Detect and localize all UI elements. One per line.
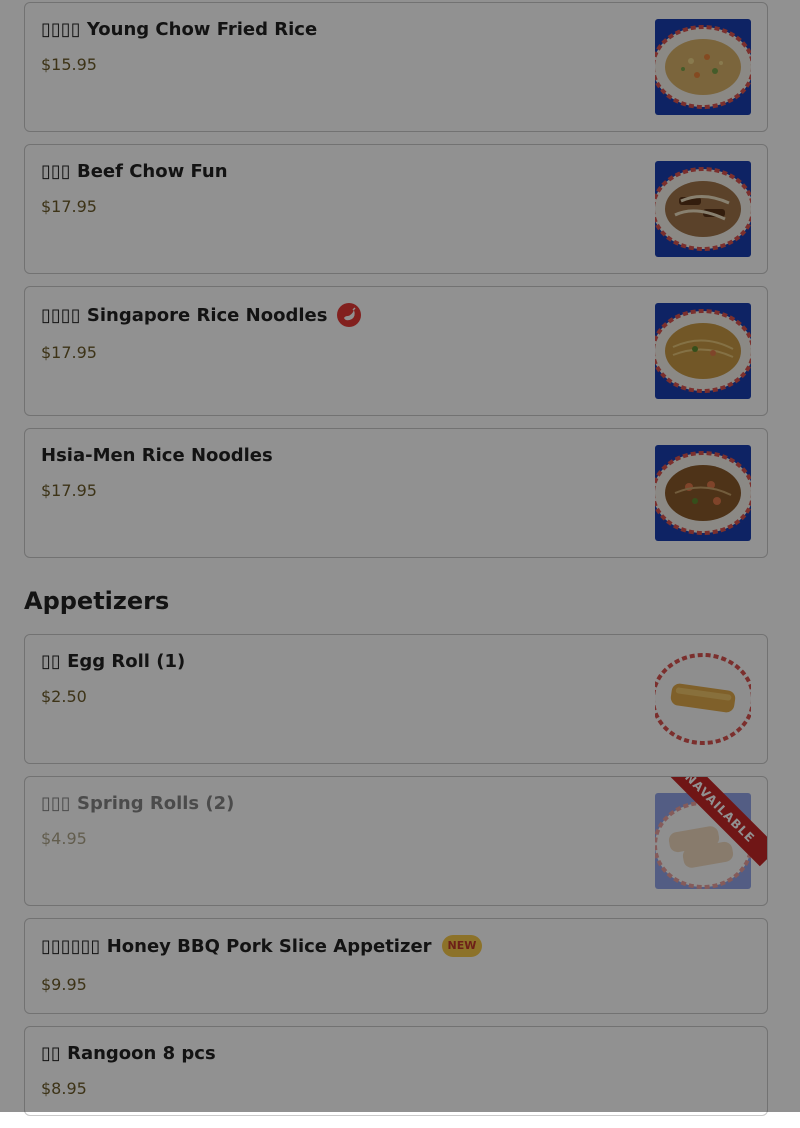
item-name: ▯▯▯ Spring Rolls (2) — [41, 793, 235, 814]
item-name: ▯▯▯▯ Singapore Rice Noodles — [41, 303, 362, 327]
item-name: Hsia-Men Rice Noodles — [41, 445, 273, 466]
menu-item-card-unavailable[interactable]: ▯▯▯ Spring Rolls (2) $4.95 UNAVAILABLE — [24, 776, 768, 906]
menu-item-card[interactable]: ▯▯ Egg Roll (1) $2.50 — [24, 634, 768, 764]
item-image-hsia-men[interactable] — [655, 445, 751, 541]
item-name: ▯▯ Rangoon 8 pcs — [41, 1043, 216, 1064]
item-image-chow-fun[interactable] — [655, 161, 751, 257]
item-name-text: ▯▯▯▯▯▯ Honey BBQ Pork Slice Appetizer — [41, 935, 432, 957]
chili-icon — [337, 303, 362, 327]
item-image-rice-noodles[interactable] — [655, 303, 751, 399]
menu-item-card[interactable]: ▯▯▯▯ Singapore Rice Noodles $17.95 — [24, 286, 768, 416]
item-price: $9.95 — [41, 975, 87, 994]
section-title-appetizers: Appetizers — [24, 587, 170, 615]
item-price: $4.95 — [41, 829, 87, 848]
new-badge: NEW — [441, 935, 483, 957]
menu-item-card[interactable]: ▯▯▯ Beef Chow Fun $17.95 — [24, 144, 768, 274]
item-price: $17.95 — [41, 197, 97, 216]
item-name: ▯▯▯▯ Young Chow Fried Rice — [41, 19, 318, 40]
menu-item-card[interactable]: ▯▯▯▯▯▯ Honey BBQ Pork Slice Appetizer NE… — [24, 918, 768, 1014]
item-image-fried-rice[interactable] — [655, 19, 751, 115]
item-price: $17.95 — [41, 481, 97, 500]
item-name: ▯▯ Egg Roll (1) — [41, 651, 186, 672]
menu-item-card[interactable]: Hsia-Men Rice Noodles $17.95 — [24, 428, 768, 558]
menu-list: ▯▯▯▯ Young Chow Fried Rice $15.95 ▯▯▯ Be… — [24, 2, 768, 1128]
menu-item-card[interactable]: ▯▯ Rangoon 8 pcs $8.95 — [24, 1026, 768, 1116]
menu-item-card[interactable]: ▯▯▯▯ Young Chow Fried Rice $15.95 — [24, 2, 768, 132]
item-price: $2.50 — [41, 687, 87, 706]
item-name: ▯▯▯▯▯▯ Honey BBQ Pork Slice Appetizer NE… — [41, 935, 483, 957]
item-name-text: ▯▯▯▯ Singapore Rice Noodles — [41, 304, 328, 326]
item-name: ▯▯▯ Beef Chow Fun — [41, 161, 228, 182]
item-image-egg-roll[interactable] — [655, 651, 751, 747]
item-price: $15.95 — [41, 55, 97, 74]
item-price: $8.95 — [41, 1079, 87, 1098]
item-price: $17.95 — [41, 343, 97, 362]
